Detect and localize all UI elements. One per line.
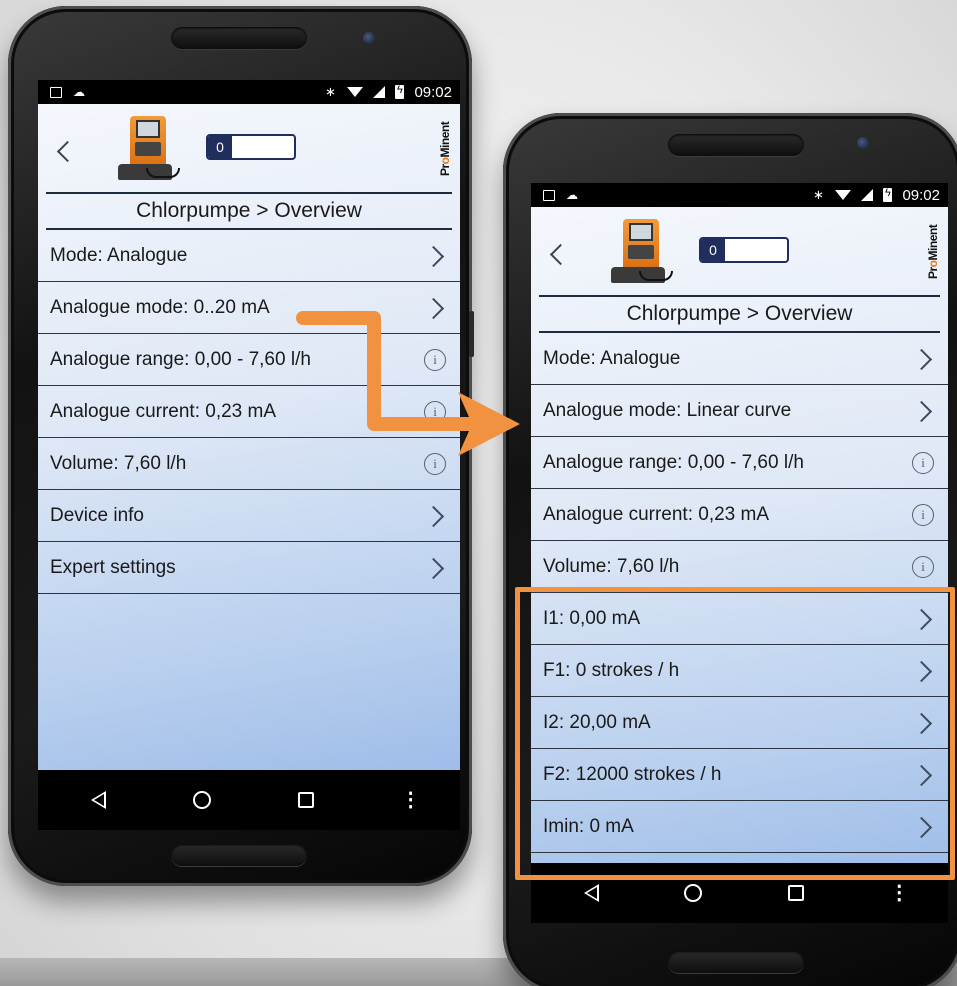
list-item-label: Mode: Analogue [50,244,188,266]
bottom-speaker [171,844,307,866]
breadcrumb: Chlorpumpe > Overview [539,297,940,333]
list-item-label: Analogue current: 0,23 mA [543,503,770,525]
info-icon[interactable]: i [424,400,446,423]
app-header: 0 ProMinent [539,207,940,297]
list-item-label: Analogue range: 0,00 - 7,60 l/h [50,348,311,370]
wifi-icon [347,87,364,97]
battery-icon [395,84,405,99]
app-header: 0 ProMinent [46,104,452,194]
android-notification-icon: ☁ [73,85,85,99]
chevron-right-icon [914,399,934,423]
nav-recents-icon[interactable] [787,885,804,901]
highlight-box [515,587,955,880]
list-item-label: Analogue mode: Linear curve [543,399,792,421]
wifi-icon [835,190,852,200]
list-item-volume[interactable]: Volume: 7,60 l/h i [38,438,460,490]
list-item-analogue-range[interactable]: Analogue range: 0,00 - 7,60 l/h i [531,437,948,489]
status-bar: ☁ ∗ 09:02 [38,80,460,104]
status-time: 09:02 [414,83,452,101]
nav-recents-icon[interactable] [297,792,314,808]
info-icon[interactable]: i [912,503,934,526]
counter-indicator: 0 [206,134,296,160]
back-icon[interactable] [547,239,567,269]
info-icon[interactable]: i [424,452,446,475]
back-icon[interactable] [54,136,74,166]
counter-indicator: 0 [699,237,789,263]
list-item-label: Analogue mode: 0..20 mA [50,296,270,318]
phone-left: ☁ ∗ 09:02 0 ProMinent [8,6,474,886]
android-nav-bar: ⋮ [38,770,460,830]
earpiece-speaker [171,27,307,49]
status-bar: ☁ ∗ 09:02 [531,183,948,207]
chevron-right-icon [426,296,446,320]
overflow-menu-icon[interactable]: ⋮ [401,790,421,810]
list-item-analogue-current[interactable]: Analogue current: 0,23 mA i [531,489,948,541]
nav-back-icon[interactable] [91,791,107,809]
info-icon[interactable]: i [912,555,934,578]
counter-value: 0 [208,136,232,158]
chevron-right-icon [426,504,446,528]
battery-icon [883,187,893,202]
nav-home-icon[interactable] [193,791,212,809]
bottom-speaker [668,951,804,973]
list-item-analogue-range[interactable]: Analogue range: 0,00 - 7,60 l/h i [38,334,460,386]
list-item-label: Volume: 7,60 l/h [543,555,680,577]
android-notification-icon: ☁ [566,188,578,202]
bluetooth-icon: ∗ [325,84,336,99]
list-item-mode[interactable]: Mode: Analogue [531,333,948,385]
list-item-label: Device info [50,504,144,526]
nav-home-icon[interactable] [684,884,703,902]
list-item-analogue-mode[interactable]: Analogue mode: Linear curve [531,385,948,437]
list-item-analogue-current[interactable]: Analogue current: 0,23 mA i [38,386,460,438]
chevron-right-icon [426,556,446,580]
list-item-label: Mode: Analogue [543,347,681,369]
earpiece-speaker [668,134,804,156]
nav-back-icon[interactable] [583,884,599,902]
pump-image [108,112,184,182]
image-notification-icon [50,86,62,98]
side-button[interactable] [469,311,474,357]
list-item-analogue-mode[interactable]: Analogue mode: 0..20 mA [38,282,460,334]
prominent-logo: ProMinent [438,121,452,176]
bluetooth-icon: ∗ [813,187,824,202]
prominent-logo: ProMinent [926,224,940,279]
overflow-menu-icon[interactable]: ⋮ [889,883,909,903]
phone-screen: ☁ ∗ 09:02 0 ProMinent [38,80,460,830]
signal-icon [861,189,874,201]
list-item-label: Volume: 7,60 l/h [50,452,187,474]
list-item-label: Analogue range: 0,00 - 7,60 l/h [543,451,804,473]
list-item-label: Analogue current: 0,23 mA [50,400,277,422]
pump-image [601,215,677,285]
list-item-expert-settings[interactable]: Expert settings [38,542,460,594]
chevron-right-icon [914,347,934,371]
breadcrumb: Chlorpumpe > Overview [46,194,452,230]
info-icon[interactable]: i [912,451,934,474]
list-item-device-info[interactable]: Device info [38,490,460,542]
status-time: 09:02 [902,186,940,204]
counter-value: 0 [701,239,725,261]
app-content: 0 ProMinent Chlorpumpe > Overview Mode: … [38,104,460,770]
chevron-right-icon [426,244,446,268]
image-notification-icon [543,189,555,201]
list-item-label: Expert settings [50,556,176,578]
front-camera [857,137,869,149]
info-icon[interactable]: i [424,348,446,371]
list-item-volume[interactable]: Volume: 7,60 l/h i [531,541,948,593]
front-camera [363,32,375,44]
list-item-mode[interactable]: Mode: Analogue [38,230,460,282]
signal-icon [373,86,386,98]
